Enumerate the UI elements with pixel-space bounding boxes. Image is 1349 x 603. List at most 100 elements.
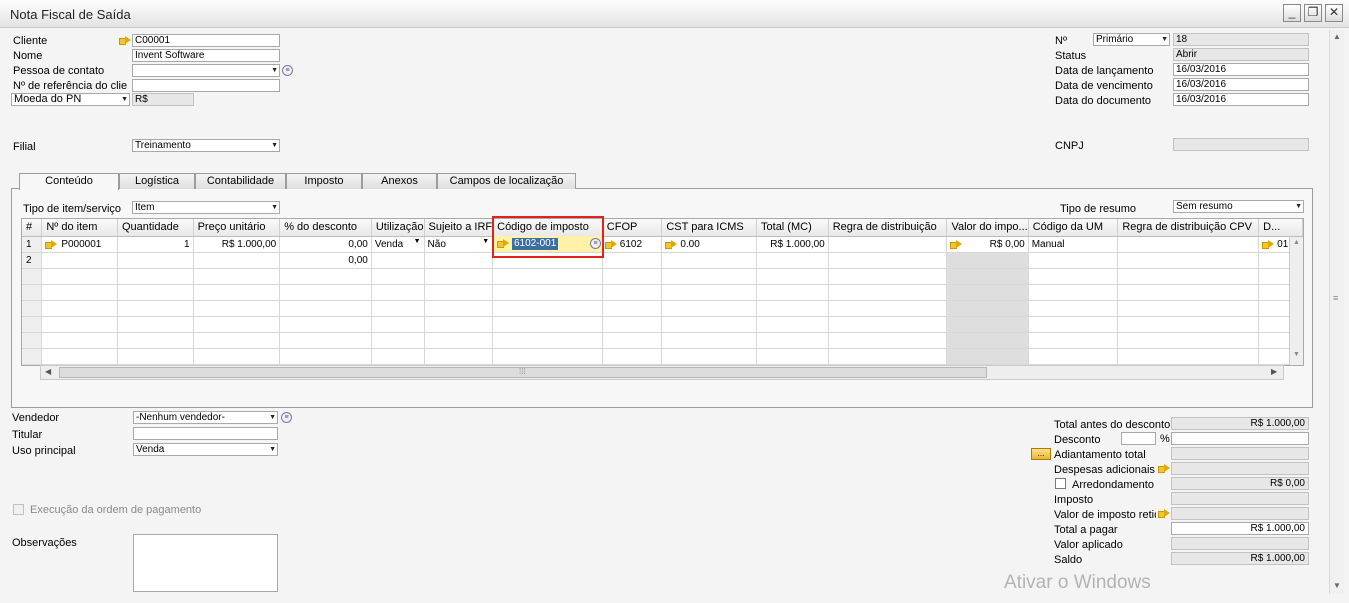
valor-imposto-arrow-icon[interactable] [950,239,963,249]
cfop-link-arrow-icon[interactable] [604,239,617,249]
adiantamento-button[interactable]: ... [1031,448,1051,460]
cst-cell[interactable]: 0.00 [661,236,758,253]
cfop-cell[interactable]: 6102 [602,236,663,253]
serie-select[interactable]: Primário ▼ [1093,33,1170,46]
grid-horizontal-scrollbar[interactable]: ◀ ⁞⁞⁞ ▶ [40,365,1284,380]
preco-cell[interactable]: R$ 1.000,00 [193,236,281,253]
chevron-down-icon[interactable]: ▼ [482,238,489,245]
table-row[interactable]: 2 0,00 [22,252,1303,269]
item-link-arrow-icon[interactable] [45,239,58,249]
grid-cell[interactable] [117,252,194,269]
utilizacao-cell[interactable]: Venda ▼ [371,236,425,253]
col-header-desconto[interactable]: % do desconto [279,219,372,237]
col-header-quantidade[interactable]: Quantidade [117,219,194,237]
col-header-preco[interactable]: Preço unitário [193,219,281,237]
item-cell[interactable]: P000001 [41,236,118,253]
vendedor-details-icon[interactable]: ≡ [281,412,292,423]
lancamento-field[interactable]: 16/03/2016 [1173,63,1309,76]
vertical-scrollbar[interactable]: ▲ ≡ ▼ [1329,30,1344,594]
um-cell[interactable]: Manual [1028,236,1119,253]
table-row[interactable]: 1 P000001 1 R$ 1.000,00 0,00 Venda ▼ Não ▼… [22,236,1303,253]
execucao-checkbox[interactable] [13,504,24,515]
scroll-down-icon[interactable]: ▼ [1333,581,1341,590]
col-header-irf[interactable]: Sujeito a IRF [424,219,494,237]
grid-cell[interactable] [424,252,494,269]
contato-select[interactable]: ▼ [132,64,280,77]
cliente-field[interactable]: C00001 [132,34,280,47]
cnpj-field [1173,138,1309,151]
scroll-right-icon[interactable]: ▶ [1271,367,1277,376]
tab-anexos[interactable]: Anexos [362,173,437,189]
chevron-down-icon[interactable]: ▼ [414,238,421,245]
table-row [22,300,1303,317]
grid-cell[interactable] [371,252,425,269]
grid-cell[interactable] [193,252,281,269]
grid-cell[interactable] [756,252,829,269]
moeda-select[interactable]: Moeda do PN ▼ [11,93,130,106]
observacoes-textarea[interactable] [133,534,278,592]
grid-cell[interactable] [828,252,948,269]
quantidade-cell[interactable]: 1 [117,236,194,253]
col-header-total[interactable]: Total (MC) [756,219,829,237]
tab-contabilidade[interactable]: Contabilidade [195,173,286,189]
imposto-retido-arrow-icon[interactable] [1158,509,1170,518]
referencia-field[interactable] [132,79,280,92]
minimize-button[interactable]: _ [1283,4,1301,22]
desconto-value-field[interactable] [1171,432,1309,445]
chevron-down-icon: ▼ [271,204,278,211]
total-cell[interactable]: R$ 1.000,00 [756,236,829,253]
scroll-down-icon[interactable]: ▼ [1293,351,1300,358]
irf-cell[interactable]: Não ▼ [424,236,494,253]
scroll-up-icon[interactable]: ▲ [1333,32,1341,41]
col-header-num[interactable]: # [22,219,43,237]
despesas-link-arrow-icon[interactable] [1158,464,1170,473]
col-header-regra[interactable]: Regra de distribuição [828,219,948,237]
titular-field[interactable] [133,427,278,440]
regra-cell[interactable] [828,236,948,253]
documento-field[interactable]: 16/03/2016 [1173,93,1309,106]
grid-cell[interactable] [946,252,1029,269]
d-link-arrow-icon[interactable] [1262,239,1275,249]
uso-principal-label: Uso principal [12,445,76,457]
col-header-cst[interactable]: CST para ICMS [661,219,758,237]
grid-cell[interactable] [1117,252,1260,269]
tab-campos-localizacao[interactable]: Campos de localização [437,173,576,189]
arredondamento-checkbox[interactable] [1055,478,1066,489]
grid-cell[interactable] [41,252,118,269]
contato-details-icon[interactable]: ≡ [282,65,293,76]
tab-conteudo[interactable]: Conteúdo [19,173,119,190]
close-button[interactable]: ✕ [1325,4,1343,22]
vencimento-field[interactable]: 16/03/2016 [1173,78,1309,91]
col-header-um[interactable]: Código da UM [1028,219,1119,237]
desconto-cell[interactable]: 0,00 [279,236,372,253]
vendedor-label: Vendedor [12,412,60,424]
desconto-cell[interactable]: 0,00 [279,252,372,269]
cst-link-arrow-icon[interactable] [665,239,678,249]
filial-select[interactable]: Treinamento ▼ [132,139,280,152]
desconto-percent-field[interactable] [1121,432,1156,445]
valor-imposto-cell[interactable]: R$ 0,00 [946,236,1029,253]
grid-cell[interactable] [1028,252,1119,269]
restore-button[interactable]: ❐ [1304,4,1322,22]
grid-vertical-scrollbar[interactable]: ▲ ▼ [1289,237,1303,365]
nome-field[interactable]: Invent Software [132,49,280,62]
uso-principal-select[interactable]: Venda ▼ [133,443,278,456]
grid-cell[interactable] [602,252,663,269]
grid-cell[interactable] [661,252,758,269]
col-header-regra-cpv[interactable]: Regra de distribuição CPV [1117,219,1260,237]
cliente-link-arrow-icon[interactable] [119,36,131,45]
status-label: Status [1055,50,1087,62]
scroll-up-icon[interactable]: ▲ [1293,239,1300,246]
tipo-item-select[interactable]: Item ▼ [132,201,280,214]
tab-logistica[interactable]: Logística [119,173,195,189]
col-header-valor-imposto[interactable]: Valor do impo... [946,219,1029,237]
vendedor-select[interactable]: -Nenhum vendedor- ▼ [133,411,278,424]
regra-cpv-cell[interactable] [1117,236,1260,253]
col-header-item[interactable]: Nº do item [41,219,118,237]
col-header-d[interactable]: D... [1258,219,1303,237]
scroll-left-icon[interactable]: ◀ [45,367,51,376]
col-header-utilizacao[interactable]: Utilização [371,219,425,237]
tab-imposto[interactable]: Imposto [286,173,362,189]
col-header-cfop[interactable]: CFOP [602,219,663,237]
tipo-resumo-select[interactable]: Sem resumo ▼ [1173,200,1304,213]
